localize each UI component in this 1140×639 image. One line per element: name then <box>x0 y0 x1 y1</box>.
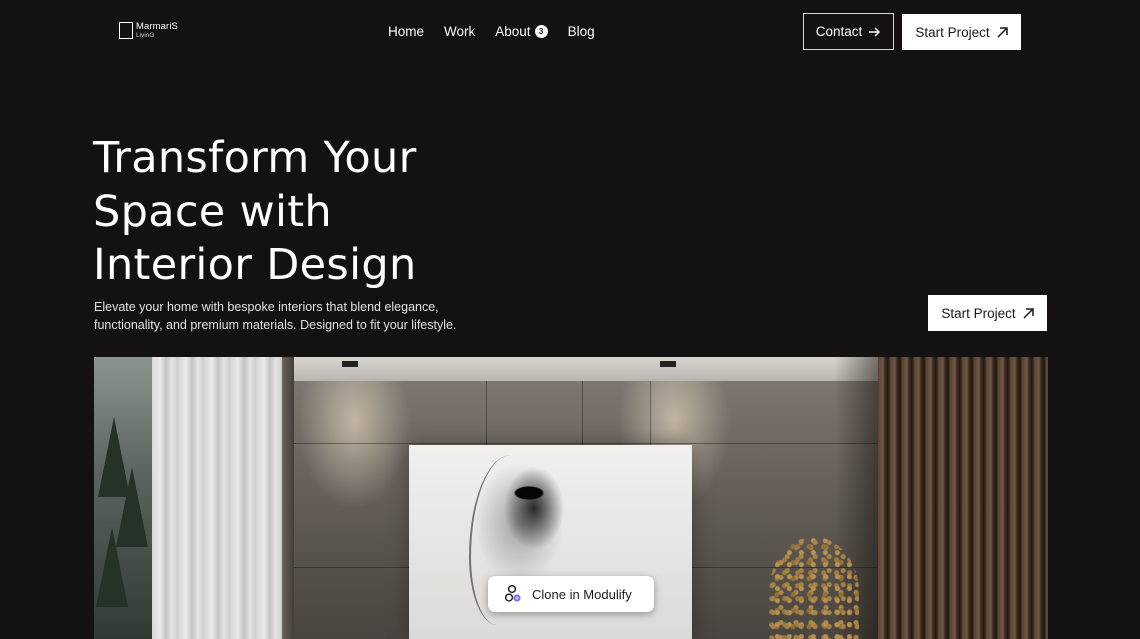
hero-description-line: functionality, and premium materials. De… <box>94 318 457 332</box>
modulify-icon <box>504 584 521 602</box>
hero-title-line: Transform Your <box>93 133 417 183</box>
nav-label: Work <box>444 24 476 39</box>
logo-mark-icon <box>119 22 133 39</box>
hero-description-line: Elevate your home with bespoke interiors… <box>94 300 439 314</box>
start-project-button[interactable]: Start Project <box>902 14 1021 50</box>
page: MarmariS LivinG Home Work About 3 Blog C… <box>0 0 1140 639</box>
arrow-right-icon <box>869 26 881 37</box>
arrow-up-right-icon <box>1023 307 1034 319</box>
contact-button-label: Contact <box>815 24 863 39</box>
start-project-label: Start Project <box>915 24 990 40</box>
hero-start-project-label: Start Project <box>941 305 1016 321</box>
hero-title-line: Space with <box>93 186 332 237</box>
arrow-up-right-icon <box>997 26 1008 38</box>
contact-button[interactable]: Contact <box>803 13 894 50</box>
nav-item-work[interactable]: Work <box>444 24 475 39</box>
logo-line1: MarmariS <box>136 21 178 32</box>
logo[interactable]: MarmariS LivinG <box>119 22 178 39</box>
nav-label: About <box>495 24 531 39</box>
hero-title-line: Interior Design <box>93 240 417 290</box>
ceiling-spotlight <box>660 361 676 367</box>
hero-start-project-button[interactable]: Start Project <box>928 295 1047 331</box>
nav-item-about[interactable]: About 3 <box>495 24 548 39</box>
tile-joint <box>294 443 878 444</box>
ceiling-spotlight <box>342 361 358 367</box>
clone-in-modulify-button[interactable]: Clone in Modulify <box>488 576 654 612</box>
hero-description: Elevate your home with bespoke interiors… <box>94 298 494 334</box>
window <box>94 357 156 639</box>
main-nav: Home Work About 3 Blog <box>388 24 595 39</box>
logo-line2: LivinG <box>136 31 155 39</box>
logo-text: MarmariS LivinG <box>136 22 178 39</box>
nav-label: Home <box>388 24 425 39</box>
ceiling <box>294 357 878 381</box>
wood-slat-wall <box>878 357 1048 639</box>
tree-silhouette <box>96 527 128 607</box>
nav-label: Blog <box>567 24 595 39</box>
clone-badge-label: Clone in Modulify <box>532 586 632 602</box>
nav-item-blog[interactable]: Blog <box>568 24 595 39</box>
curtain <box>152 357 282 639</box>
nav-item-home[interactable]: Home <box>388 24 424 39</box>
about-count-badge: 3 <box>534 25 548 38</box>
hero-title: Transform Your Space with Interior Desig… <box>93 132 513 293</box>
dried-plant <box>769 537 859 639</box>
